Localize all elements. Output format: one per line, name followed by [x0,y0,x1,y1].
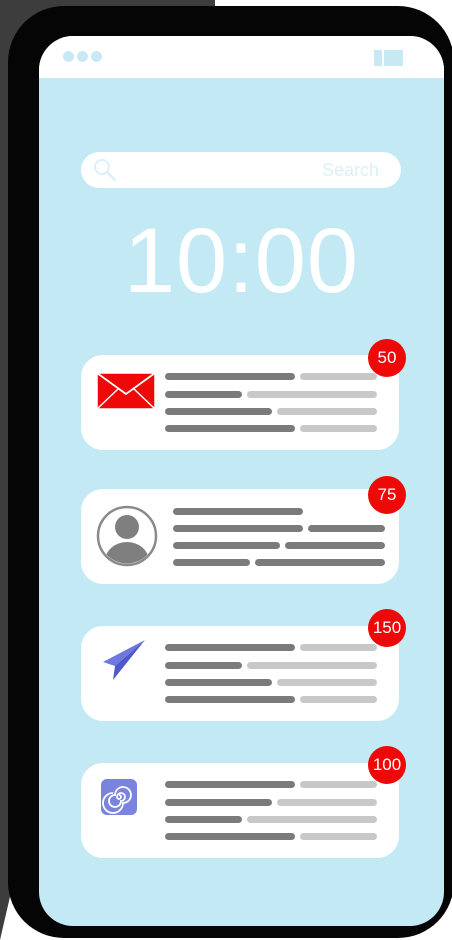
phone-screen: Search 10:00 50 75 150 100 [39,36,444,926]
envelope-icon [96,372,156,410]
phone-frame: Search 10:00 50 75 150 100 [8,6,452,938]
spiral-icon [101,779,137,815]
notification-badge-messages: 150 [368,609,406,647]
search-placeholder: Search [321,160,379,180]
signal-dots-icon [63,51,102,62]
notification-card-spiral-app[interactable] [81,763,399,858]
notification-badge-mail: 50 [368,339,406,377]
paper-plane-icon [103,640,145,680]
notification-card-mail[interactable] [81,355,399,450]
battery-icon [374,50,403,66]
notification-badge-contact: 75 [368,476,406,514]
user-avatar-icon [96,505,158,567]
status-bar [39,36,444,78]
lockscreen-time: 10:00 [123,210,360,312]
search-icon [94,159,117,182]
notification-card-messages[interactable] [81,626,399,721]
notification-card-contact[interactable] [81,489,399,584]
search-bar[interactable]: Search [81,152,401,188]
notification-badge-spiral-app: 100 [368,746,406,784]
